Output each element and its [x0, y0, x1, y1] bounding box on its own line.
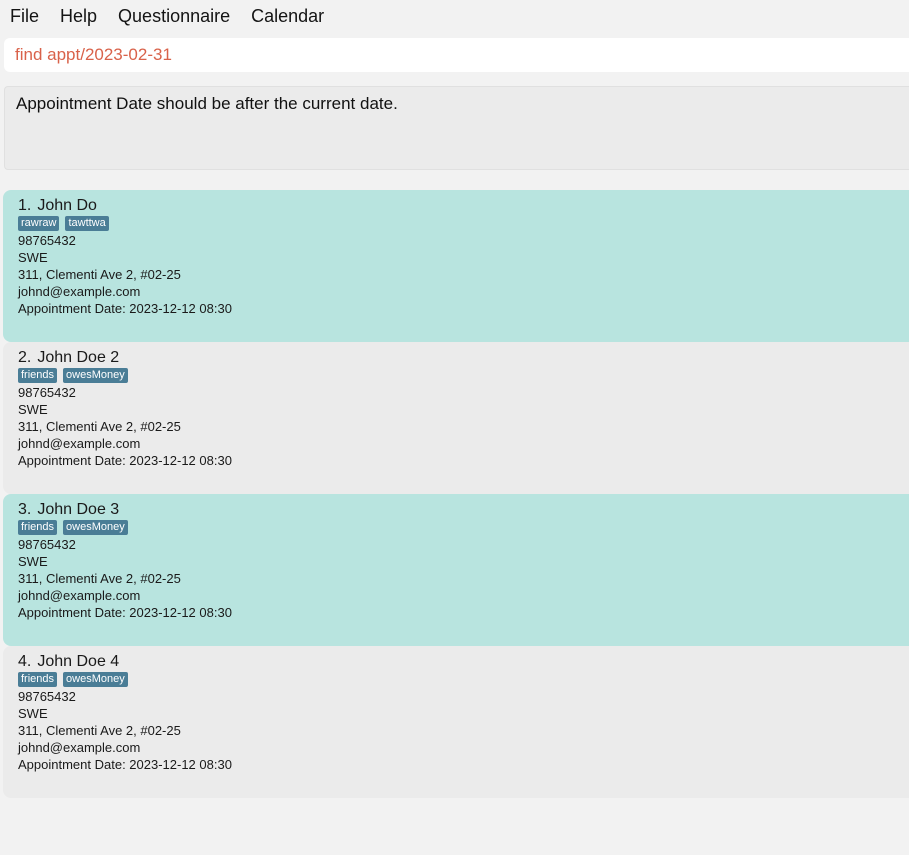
- card-header: 2. John Doe 2: [18, 348, 909, 367]
- card-header: 4. John Doe 4: [18, 652, 909, 671]
- tag-list: friends owesMoney: [18, 367, 909, 384]
- tag: friends: [18, 368, 58, 383]
- card-index: 3.: [18, 501, 32, 518]
- person-card[interactable]: 4. John Doe 4 friends owesMoney 98765432…: [3, 646, 909, 798]
- tag: friends: [18, 520, 58, 535]
- person-card[interactable]: 1. John Do rawraw tawttwa 98765432 SWE 3…: [3, 190, 909, 342]
- tag: owesMoney: [63, 672, 128, 687]
- menu-file[interactable]: File: [4, 2, 45, 31]
- card-name: John Doe 2: [37, 349, 120, 366]
- occupation: SWE: [18, 554, 48, 569]
- card-index: 4.: [18, 653, 32, 670]
- card-name: John Doe 3: [37, 501, 120, 518]
- phone: 98765432: [18, 233, 76, 248]
- appointment-date: Appointment Date: 2023-12-12 08:30: [18, 605, 232, 620]
- menu-help[interactable]: Help: [54, 2, 103, 31]
- card-name: John Do: [37, 197, 97, 214]
- command-input[interactable]: [4, 38, 909, 72]
- address: 311, Clementi Ave 2, #02-25: [18, 571, 181, 586]
- menu-bar: File Help Questionnaire Calendar: [0, 0, 909, 32]
- card-name: John Doe 4: [37, 653, 120, 670]
- occupation: SWE: [18, 402, 48, 417]
- tag-list: friends owesMoney: [18, 519, 909, 536]
- card-header: 3. John Doe 3: [18, 500, 909, 519]
- card-index: 1.: [18, 197, 32, 214]
- email: johnd@example.com: [18, 588, 141, 603]
- appointment-date: Appointment Date: 2023-12-12 08:30: [18, 301, 232, 316]
- tag: friends: [18, 672, 58, 687]
- appointment-date: Appointment Date: 2023-12-12 08:30: [18, 757, 232, 772]
- address: 311, Clementi Ave 2, #02-25: [18, 419, 181, 434]
- person-card[interactable]: 2. John Doe 2 friends owesMoney 98765432…: [3, 342, 909, 494]
- phone: 98765432: [18, 689, 76, 704]
- result-display[interactable]: Appointment Date should be after the cur…: [4, 86, 909, 170]
- tag: rawraw: [18, 216, 60, 231]
- menu-questionnaire[interactable]: Questionnaire: [112, 2, 236, 31]
- tag-list: friends owesMoney: [18, 671, 909, 688]
- card-header: 1. John Do: [18, 196, 909, 215]
- tag: tawttwa: [65, 216, 109, 231]
- command-box: [4, 38, 909, 72]
- phone: 98765432: [18, 537, 76, 552]
- person-list[interactable]: 1. John Do rawraw tawttwa 98765432 SWE 3…: [3, 190, 909, 798]
- address: 311, Clementi Ave 2, #02-25: [18, 723, 181, 738]
- email: johnd@example.com: [18, 284, 141, 299]
- person-card[interactable]: 3. John Doe 3 friends owesMoney 98765432…: [3, 494, 909, 646]
- tag-list: rawraw tawttwa: [18, 215, 909, 232]
- occupation: SWE: [18, 706, 48, 721]
- tag: owesMoney: [63, 520, 128, 535]
- phone: 98765432: [18, 385, 76, 400]
- address: 311, Clementi Ave 2, #02-25: [18, 267, 181, 282]
- menu-calendar[interactable]: Calendar: [245, 2, 330, 31]
- email: johnd@example.com: [18, 436, 141, 451]
- result-message: Appointment Date should be after the cur…: [16, 94, 398, 113]
- email: johnd@example.com: [18, 740, 141, 755]
- card-index: 2.: [18, 349, 32, 366]
- tag: owesMoney: [63, 368, 128, 383]
- appointment-date: Appointment Date: 2023-12-12 08:30: [18, 453, 232, 468]
- occupation: SWE: [18, 250, 48, 265]
